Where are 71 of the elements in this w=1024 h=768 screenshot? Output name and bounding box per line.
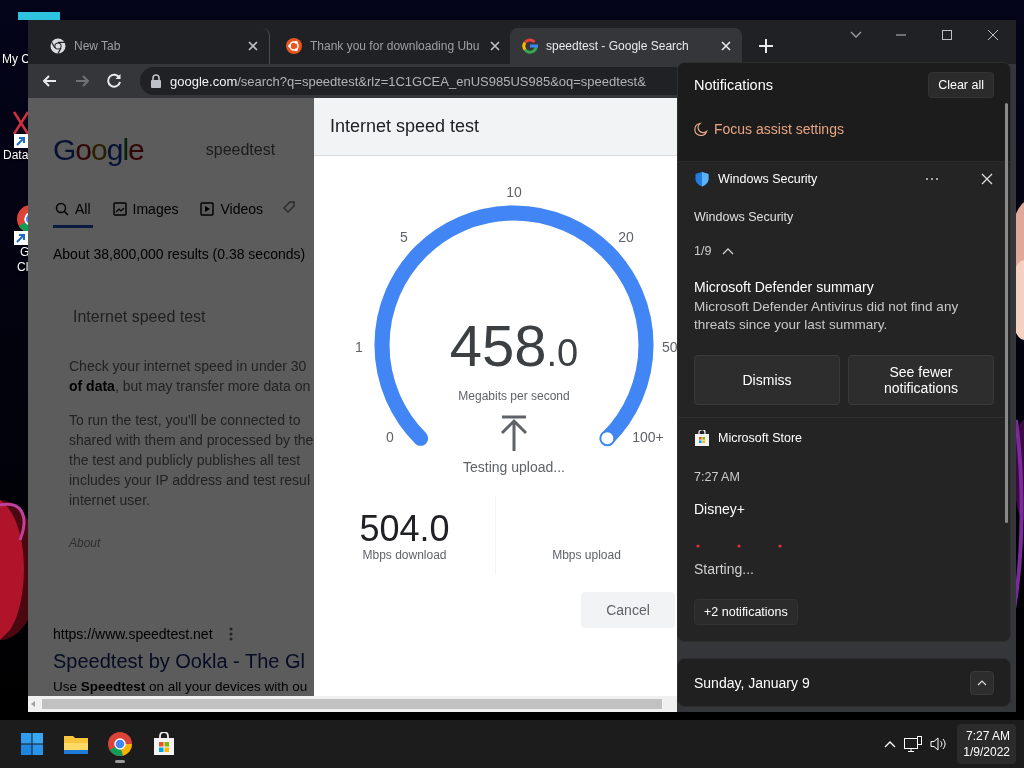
icon-label: Data bbox=[2, 148, 29, 163]
notification-heading: Microsoft Defender summary bbox=[694, 279, 875, 295]
card-paragraph: To run the test, you'll be connected to shared with them and processed by the the test and publicly publishes all test includes your IP address and test resul internet user. bbox=[69, 411, 314, 510]
lock-icon bbox=[150, 74, 162, 88]
result-snippet: Use Speedtest on all your devices with ou bbox=[53, 679, 309, 694]
expand-calendar-button[interactable] bbox=[970, 670, 994, 695]
browser-tab[interactable]: speedtest - Google Search bbox=[510, 28, 742, 64]
clock-time: 7:27 AM bbox=[965, 728, 1010, 744]
more-notifications-button[interactable]: +2 notifications bbox=[694, 599, 798, 625]
focus-assist-link[interactable]: Focus assist settings bbox=[694, 121, 844, 137]
clear-all-button[interactable]: Clear all bbox=[928, 72, 994, 98]
clock[interactable]: 7:27 AM 1/9/2022 bbox=[957, 724, 1016, 764]
scale-label: 100+ bbox=[632, 429, 664, 445]
notification-time: 7:27 AM bbox=[694, 470, 741, 484]
speed-value: 458.0 bbox=[449, 313, 579, 378]
close-icon[interactable] bbox=[980, 172, 994, 186]
calendar-date: Sunday, January 9 bbox=[694, 674, 810, 691]
cancel-button[interactable]: Cancel bbox=[581, 592, 675, 628]
status-text: Testing upload... bbox=[463, 459, 565, 475]
scale-label: 5 bbox=[400, 229, 408, 245]
dialog-title: Internet speed test bbox=[330, 116, 480, 137]
result-label: Mbps download bbox=[362, 548, 447, 562]
result-value: 504.0 bbox=[359, 510, 450, 548]
horizontal-scrollbar[interactable] bbox=[28, 696, 677, 712]
network-icon[interactable] bbox=[903, 735, 924, 753]
chrome-logo-icon bbox=[50, 38, 66, 54]
icon-label: Cl bbox=[16, 260, 29, 275]
notification-action-button[interactable]: Dismiss bbox=[694, 355, 840, 405]
upload-icon bbox=[500, 415, 528, 453]
scale-label: 0 bbox=[386, 429, 394, 445]
card-title: Internet speed test bbox=[73, 308, 207, 326]
windows-logo-icon[interactable] bbox=[20, 732, 44, 756]
scale-label: 20 bbox=[618, 229, 634, 245]
new-tab-icon[interactable] bbox=[756, 36, 776, 56]
volume-icon[interactable] bbox=[929, 736, 948, 752]
panel-title: Notifications bbox=[694, 77, 773, 93]
moon-icon bbox=[694, 122, 708, 136]
browser-tab[interactable]: Thank you for downloading Ubu bbox=[274, 28, 506, 64]
scale-label: 10 bbox=[506, 184, 522, 200]
unit-label: Megabits per second bbox=[458, 389, 570, 403]
notification-heading: Disney+ bbox=[694, 501, 746, 517]
ubuntu-logo-icon bbox=[286, 38, 302, 54]
search-icon bbox=[55, 202, 69, 216]
clock-date: 1/9/2022 bbox=[963, 744, 1010, 760]
scale-label: 1 bbox=[355, 339, 363, 355]
sender-name: Windows Security bbox=[694, 210, 795, 224]
app-name: Microsoft Store bbox=[718, 431, 804, 445]
app-name: Windows Security bbox=[718, 172, 819, 186]
more-vertical-icon[interactable] bbox=[228, 627, 233, 641]
shopping-bag-icon[interactable] bbox=[152, 732, 176, 756]
status-text: Starting... bbox=[694, 561, 755, 577]
reload-icon[interactable] bbox=[104, 71, 124, 91]
notification-action-button[interactable]: See fewer notifications bbox=[848, 355, 994, 405]
shopping-bag-icon bbox=[694, 430, 710, 446]
image-icon bbox=[112, 202, 127, 216]
card-paragraph: Check your internet speed in under 30 of data, but may transfer more data on bbox=[69, 357, 312, 396]
scrollbar-thumb[interactable] bbox=[1005, 103, 1008, 523]
folder-icon[interactable] bbox=[63, 733, 89, 755]
notification-counter: 1/9 bbox=[694, 244, 712, 258]
result-stats: About 38,800,000 results (0.38 seconds) bbox=[53, 246, 307, 262]
g-logo-icon bbox=[522, 38, 538, 54]
result-label: Mbps upload bbox=[552, 548, 621, 562]
search-logo: Google bbox=[53, 133, 144, 167]
scrollbar-thumb[interactable] bbox=[42, 699, 662, 709]
notification-body: Microsoft Defender Antivirus did not find any threats since your last summary. bbox=[694, 298, 960, 334]
video-icon bbox=[200, 202, 215, 216]
icon-label: G bbox=[19, 245, 30, 260]
shield-icon bbox=[694, 171, 710, 187]
browser-logo-icon[interactable] bbox=[108, 732, 132, 756]
browser-tab[interactable]: New Tab bbox=[38, 28, 270, 64]
scale-label: 50 bbox=[662, 339, 677, 355]
